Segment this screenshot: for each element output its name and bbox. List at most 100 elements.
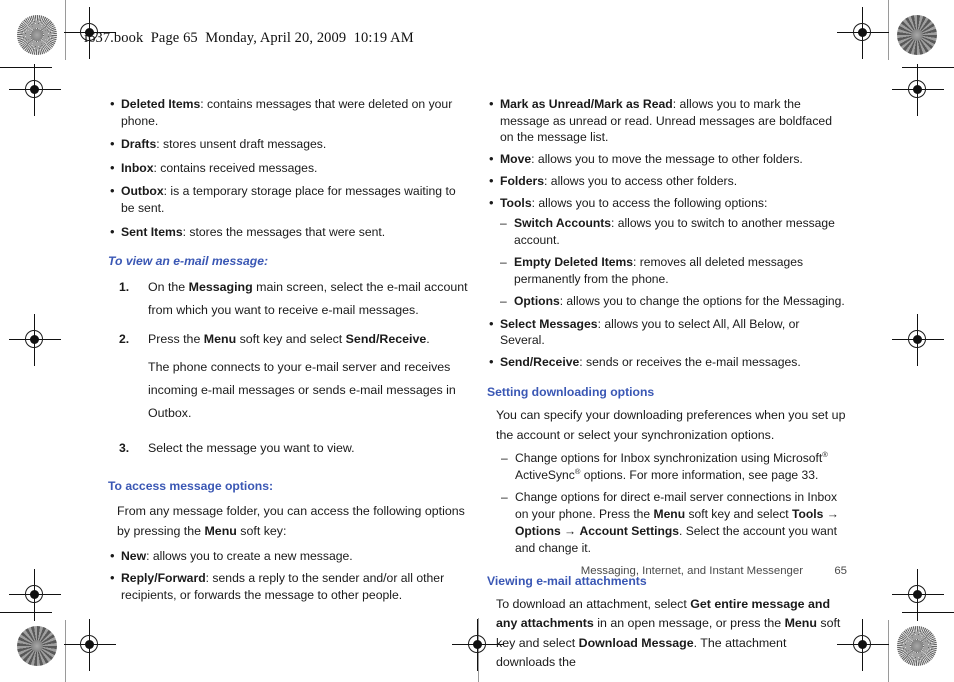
sublist-item: Switch Accounts: allows you to switch to… [500, 215, 847, 249]
step-text-pre: Press the [148, 331, 204, 346]
folder-desc: : contains received messages. [153, 160, 318, 175]
folder-list: Deleted Items: contains messages that we… [108, 95, 468, 241]
message-options-list-continued: Mark as Unread/Mark as Read: allows you … [487, 95, 847, 310]
list-item: Move: allows you to move the message to … [487, 150, 847, 168]
registration-mark-top-right [837, 7, 889, 59]
heading-view-email: To view an e-mail message: [108, 254, 269, 269]
registration-mark-right-lower [892, 569, 944, 621]
message-options-list: New: allows you to create a new message.… [108, 547, 468, 603]
footer-page-number: 65 [834, 565, 847, 577]
attach-bold-download-message: Download Message [578, 635, 694, 650]
sublist-item: Options: allows you to change the option… [500, 293, 847, 310]
step-text-mid: soft key and select [236, 331, 346, 346]
option-term: Send/Receive [500, 355, 580, 370]
download2-bold-account-settings: Account Settings [579, 523, 679, 538]
sublist-item: Change options for Inbox synchronization… [501, 450, 847, 484]
download2-bold-tools: Tools [791, 506, 824, 521]
option-desc: : allows you to move the message to othe… [531, 152, 803, 167]
heading-access-options: To access message options: [108, 479, 274, 494]
view-email-steps: 1. On the Messaging main screen, select … [108, 276, 468, 351]
color-rosette-bottom-left [17, 626, 57, 666]
list-item: Sent Items: stores the messages that wer… [108, 223, 468, 241]
step-text-post: . [426, 331, 430, 346]
tool-term: Switch Accounts [514, 216, 611, 231]
color-rosette-top-right [897, 15, 937, 55]
attachment-paragraph: To download an attachment, select Get en… [496, 595, 847, 673]
step-bold-2: Send/Receive [345, 331, 427, 346]
page-footer: Messaging, Internet, and Instant Messeng… [487, 565, 847, 577]
attach-mid1: in an open message, or press the [593, 616, 785, 631]
registration-mark-bottom-left [64, 619, 116, 671]
footer-chapter-title: Messaging, Internet, and Instant Messeng… [580, 565, 803, 577]
folder-desc: : is a temporary storage place for messa… [121, 184, 456, 215]
right-column: Mark as Unread/Mark as Read: allows you … [487, 95, 847, 677]
step-item: 1. On the Messaging main screen, select … [108, 276, 468, 322]
trim-rule-bottom-center [478, 618, 479, 682]
tool-desc: : allows you to change the options for t… [559, 293, 845, 308]
folder-term: Deleted Items [121, 97, 201, 111]
trim-rule-bottom-left-horizontal [0, 612, 52, 613]
options-intro-a: From any message folder, you can access … [117, 503, 465, 538]
page-slug: i637.book Page 65 Monday, April 20, 2009… [84, 30, 414, 46]
step-text-pre: On the [148, 279, 189, 294]
step-text-pre: Select the message you want to view. [148, 441, 355, 456]
tools-sublist: Switch Accounts: allows you to switch to… [500, 215, 847, 310]
option-desc: : allows you to create a new message. [146, 548, 353, 563]
registration-mark-left-middle [9, 314, 61, 366]
attach-bold-menu: Menu [784, 616, 817, 631]
registration-mark-left-upper [9, 64, 61, 116]
tool-term: Options [514, 293, 560, 308]
folder-term: Outbox [121, 184, 164, 199]
left-column: Deleted Items: contains messages that we… [108, 95, 468, 609]
step-2-note: The phone connects to your e-mail server… [148, 360, 456, 421]
step-item: 2. Press the Menu soft key and select Se… [108, 328, 468, 351]
option-desc: : allows you to access the following opt… [531, 196, 768, 211]
color-rosette-top-left [17, 15, 57, 55]
options-intro-bold: Menu [204, 523, 237, 538]
registration-mark-left-lower [9, 569, 61, 621]
trim-rule-bottom-right-horizontal [902, 612, 954, 613]
list-item: Tools: allows you to access the followin… [487, 194, 847, 310]
option-term: New [121, 548, 147, 563]
list-item: Deleted Items: contains messages that we… [108, 95, 468, 129]
trim-rule-left-bottom [65, 620, 66, 682]
step-number: 2. [119, 331, 130, 346]
trim-rule-top-left-horizontal [0, 67, 52, 68]
list-item: Outbox: is a temporary storage place for… [108, 182, 468, 216]
step-bold-1: Menu [203, 331, 237, 346]
sublist-item: Empty Deleted Items: removes all deleted… [500, 254, 847, 288]
registration-mark-bottom-right [837, 619, 889, 671]
download2-mid1: soft key and select [685, 506, 792, 521]
registration-mark-right-middle [892, 314, 944, 366]
option-term: Tools [500, 196, 532, 211]
download2-bold-menu: Menu [653, 506, 686, 521]
option-term: Folders [500, 174, 545, 189]
registered-mark-icon: ® [822, 450, 828, 460]
registration-mark-right-upper [892, 64, 944, 116]
trim-rule-right-top [888, 0, 889, 60]
list-item: Select Messages: allows you to select Al… [487, 315, 847, 349]
list-item: Folders: allows you to access other fold… [487, 172, 847, 190]
message-options-list-tail: Select Messages: allows you to select Al… [487, 315, 847, 371]
list-item: New: allows you to create a new message. [108, 547, 468, 565]
heading-setting-downloading-options: Setting downloading options [487, 384, 655, 399]
sublist-item: Change options for direct e-mail server … [501, 489, 847, 557]
option-desc: : sends or receives the e-mail messages. [579, 355, 801, 370]
arrow-right-icon: → [823, 506, 839, 521]
step-number: 3. [119, 441, 130, 456]
option-term: Reply/Forward [121, 570, 206, 585]
download-text-b: ActiveSync [515, 468, 575, 483]
folder-term: Sent Items [121, 224, 183, 239]
list-item: Reply/Forward: sends a reply to the send… [108, 569, 468, 603]
tool-term: Empty Deleted Items [514, 254, 633, 269]
download-options-list: Change options for Inbox synchronization… [501, 450, 847, 557]
folder-desc: : stores unsent draft messages. [156, 137, 327, 152]
arrow-right-icon: → [560, 523, 580, 538]
list-item: Inbox: contains received messages. [108, 159, 468, 177]
list-item: Send/Receive: sends or receives the e-ma… [487, 353, 847, 371]
trim-rule-right-bottom [888, 620, 889, 682]
option-term: Select Messages [500, 316, 598, 331]
folder-desc: : stores the messages that were sent. [182, 224, 386, 239]
list-item: Mark as Unread/Mark as Read: allows you … [487, 95, 847, 146]
trim-rule-top-right-horizontal [902, 67, 954, 68]
